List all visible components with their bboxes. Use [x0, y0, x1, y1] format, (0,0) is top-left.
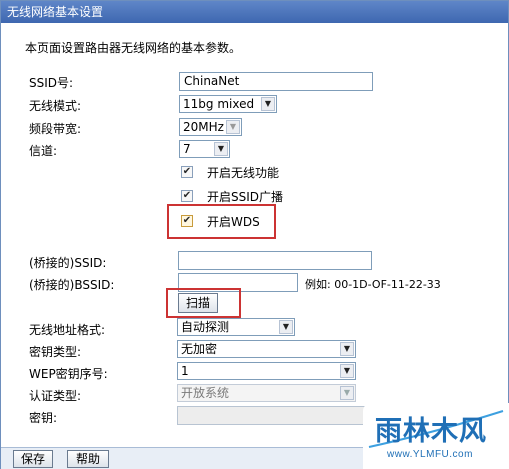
key-type-value: 无加密 — [181, 342, 218, 356]
auth-type-select[interactable]: 开放系统 ▼ — [177, 384, 356, 402]
enable-wds-checkbox[interactable]: ✔ — [181, 215, 193, 227]
key-label: 密钥: — [29, 411, 58, 425]
page-description: 本页面设置路由器无线网络的基本参数。 — [25, 41, 242, 55]
mode-label: 无线模式: — [29, 99, 82, 113]
wep-index-label: WEP密钥序号: — [29, 367, 108, 381]
scan-button[interactable]: 扫描 — [178, 293, 218, 313]
chevron-down-icon[interactable]: ▼ — [340, 386, 354, 400]
enable-wds-label: 开启WDS — [207, 215, 260, 229]
window-title: 无线网络基本设置 — [1, 1, 508, 23]
key-type-label: 密钥类型: — [29, 345, 82, 359]
channel-select[interactable]: 7 ▼ — [179, 140, 230, 158]
mode-value: 11bg mixed — [183, 97, 255, 111]
chevron-down-icon[interactable]: ▼ — [226, 120, 240, 134]
key-type-select[interactable]: 无加密 ▼ — [177, 340, 356, 358]
address-format-select[interactable]: 自动探测 ▼ — [177, 318, 295, 336]
bandwidth-select[interactable]: 20MHz ▼ — [179, 118, 242, 136]
chevron-down-icon[interactable]: ▼ — [261, 97, 275, 111]
address-format-value: 自动探测 — [181, 320, 230, 334]
bridged-ssid-input[interactable] — [178, 251, 372, 270]
enable-wireless-checkbox[interactable]: ✔ — [181, 166, 193, 178]
watermark-text: 雨林木风 — [375, 416, 487, 447]
save-button[interactable]: 保存 — [13, 450, 53, 468]
channel-label: 信道: — [29, 144, 58, 158]
enable-ssid-broadcast-label: 开启SSID广播 — [207, 190, 284, 204]
help-button[interactable]: 帮助 — [67, 450, 109, 468]
address-format-label: 无线地址格式: — [29, 323, 106, 337]
auth-type-label: 认证类型: — [29, 389, 82, 403]
bssid-example-text: 例如: 00-1D-OF-11-22-33 — [305, 278, 441, 291]
bandwidth-label: 频段带宽: — [29, 122, 82, 136]
channel-value: 7 — [183, 142, 191, 156]
bandwidth-value: 20MHz — [183, 120, 224, 134]
watermark-url: www.YLMFU.com — [387, 449, 473, 460]
chevron-down-icon[interactable]: ▼ — [214, 142, 228, 156]
key-input[interactable] — [177, 406, 383, 425]
bridged-ssid-label: (桥接的)SSID: — [29, 256, 107, 270]
check-icon: ✔ — [182, 215, 192, 226]
ssid-input[interactable]: ChinaNet — [179, 72, 373, 91]
chevron-down-icon[interactable]: ▼ — [340, 342, 354, 356]
check-icon: ✔ — [182, 166, 192, 177]
chevron-down-icon[interactable]: ▼ — [340, 364, 354, 378]
chevron-down-icon[interactable]: ▼ — [279, 320, 293, 334]
watermark-logo: 雨林木风 www.YLMFU.com — [363, 403, 509, 469]
settings-panel: 无线网络基本设置 本页面设置路由器无线网络的基本参数。 SSID号: China… — [0, 0, 509, 469]
auth-type-value: 开放系统 — [181, 386, 230, 400]
bridged-bssid-label: (桥接的)BSSID: — [29, 278, 115, 292]
enable-ssid-broadcast-checkbox[interactable]: ✔ — [181, 190, 193, 202]
enable-wireless-label: 开启无线功能 — [207, 166, 280, 180]
mode-select[interactable]: 11bg mixed ▼ — [179, 95, 277, 113]
wep-index-value: 1 — [181, 364, 189, 378]
wep-index-select[interactable]: 1 ▼ — [177, 362, 356, 380]
check-icon: ✔ — [182, 190, 192, 201]
ssid-label: SSID号: — [29, 76, 74, 90]
